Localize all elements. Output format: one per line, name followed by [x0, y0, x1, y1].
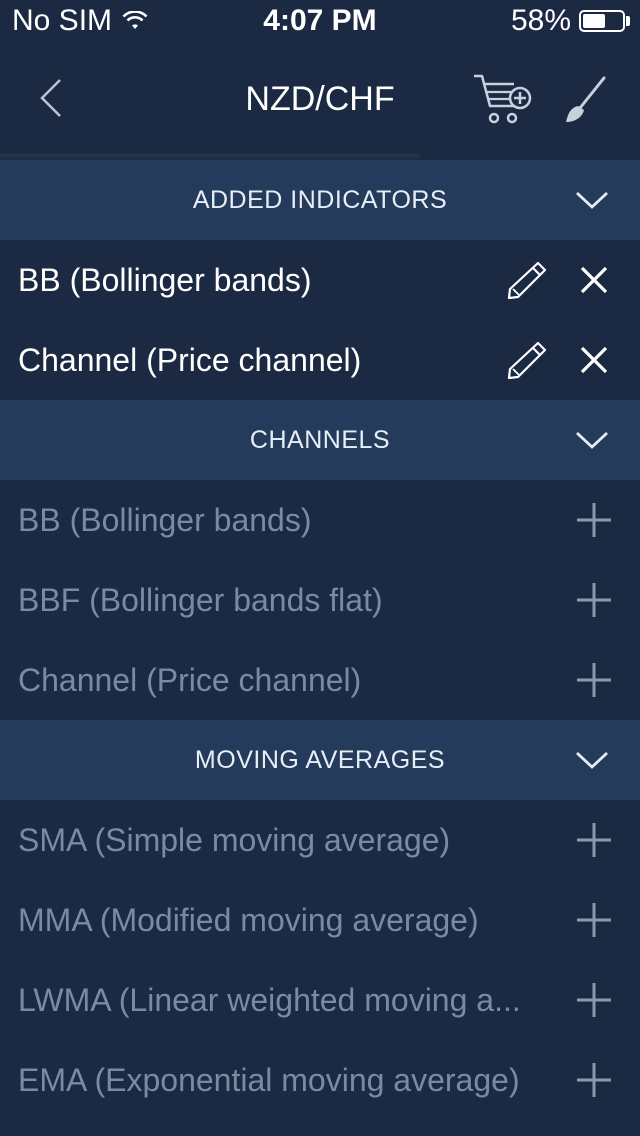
section-title: MOVING AVERAGES	[194, 745, 446, 774]
section-header-channels[interactable]: CHANNELS	[0, 400, 640, 480]
pencil-icon[interactable]	[504, 340, 548, 380]
indicator-label: Channel (Price channel)	[18, 661, 362, 698]
indicator-label: MMA (Modified moving average)	[18, 901, 479, 938]
section-header-added[interactable]: ADDED INDICATORS	[0, 160, 640, 240]
battery-percent: 58%	[510, 4, 571, 37]
plus-icon[interactable]	[574, 1060, 614, 1100]
indicator-label: BBF (Bollinger bands flat)	[18, 581, 383, 618]
added-indicator-row[interactable]: Channel (Price channel)	[0, 320, 640, 400]
chevron-down-icon[interactable]	[574, 426, 610, 454]
plus-icon[interactable]	[574, 820, 614, 860]
battery-level	[583, 14, 606, 28]
status-bar: No SIM 4:07 PM 58%	[0, 0, 640, 40]
pencil-icon[interactable]	[504, 260, 548, 300]
available-indicator-row[interactable]: MMA (Modified moving average)	[0, 880, 640, 960]
paintbrush-icon[interactable]	[556, 74, 612, 130]
plus-icon[interactable]	[574, 580, 614, 620]
indicator-label: SMA (Simple moving average)	[18, 821, 451, 858]
battery-icon	[579, 10, 625, 32]
plus-icon[interactable]	[574, 980, 614, 1020]
chevron-down-icon[interactable]	[574, 186, 610, 214]
indicator-list: ADDED INDICATORS BB (Bollinger bands) Ch…	[0, 160, 640, 1120]
close-icon[interactable]	[574, 340, 614, 380]
close-icon[interactable]	[574, 260, 614, 300]
chevron-down-icon[interactable]	[574, 746, 610, 774]
plus-icon[interactable]	[574, 900, 614, 940]
available-indicator-row[interactable]: LWMA (Linear weighted moving a...	[0, 960, 640, 1040]
available-indicator-row[interactable]: BBF (Bollinger bands flat)	[0, 560, 640, 640]
cart-add-icon[interactable]	[470, 70, 534, 130]
available-indicator-row[interactable]: SMA (Simple moving average)	[0, 800, 640, 880]
battery-tip	[626, 16, 630, 26]
page-title: NZD/CHF	[245, 80, 395, 118]
nav-bar: NZD/CHF	[0, 40, 640, 160]
plus-icon[interactable]	[574, 660, 614, 700]
available-indicator-row[interactable]: Channel (Price channel)	[0, 640, 640, 720]
added-indicator-row[interactable]: BB (Bollinger bands)	[0, 240, 640, 320]
indicator-label: BB (Bollinger bands)	[18, 261, 312, 298]
indicator-label: LWMA (Linear weighted moving a...	[18, 981, 521, 1018]
indicator-label: Channel (Price channel)	[18, 341, 362, 378]
indicator-label: BB (Bollinger bands)	[18, 501, 312, 538]
available-indicator-row[interactable]: BB (Bollinger bands)	[0, 480, 640, 560]
indicator-label: EMA (Exponential moving average)	[18, 1061, 520, 1098]
available-indicator-row[interactable]: EMA (Exponential moving average)	[0, 1040, 640, 1120]
section-title: ADDED INDICATORS	[192, 185, 448, 214]
plus-icon[interactable]	[574, 500, 614, 540]
section-title: CHANNELS	[249, 425, 391, 454]
status-right: 58%	[511, 4, 630, 38]
section-header-moving-averages[interactable]: MOVING AVERAGES	[0, 720, 640, 800]
